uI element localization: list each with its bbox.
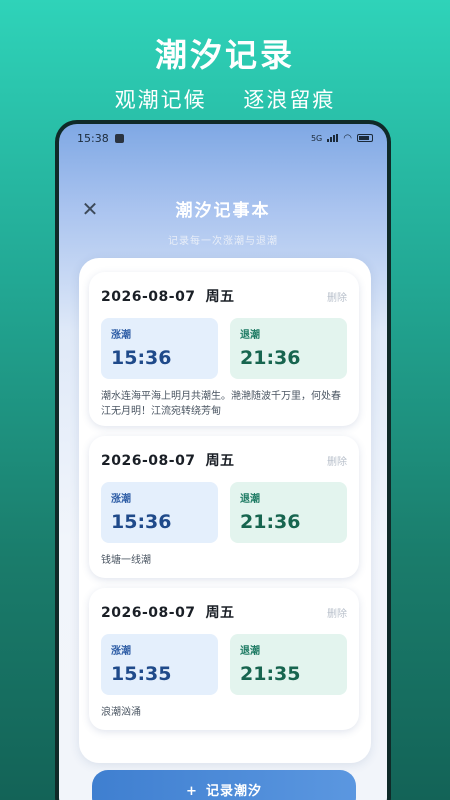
fall-time: 21:36	[240, 511, 301, 533]
rise-tide-box: 涨潮 15:36	[101, 482, 218, 543]
fall-time: 21:35	[240, 663, 301, 685]
rise-time: 15:36	[111, 347, 172, 369]
record-date: 2026-08-07 周五	[101, 450, 235, 470]
battery-icon	[357, 134, 373, 142]
rise-tide-box: 涨潮 15:36	[101, 318, 218, 379]
record-weekday: 周五	[205, 289, 235, 305]
record-date-value: 2026-08-07	[101, 605, 196, 621]
fall-tide-box: 退潮 21:35	[230, 634, 347, 695]
promo-subtitle-right: 逐浪留痕	[243, 88, 336, 112]
plus-icon: +	[186, 784, 198, 799]
promo-subtitle-left: 观潮记候	[114, 88, 207, 112]
delete-button[interactable]: 删除	[327, 605, 347, 620]
phone-frame: 15:38 5G ◠ ✕ 潮汐记事本 记录每一次涨潮与退潮 2026-08-07…	[55, 120, 391, 800]
rise-time: 15:36	[111, 511, 172, 533]
signal-icon	[327, 134, 339, 142]
status-bar: 15:38 5G ◠	[59, 124, 387, 152]
record-date-value: 2026-08-07	[101, 289, 196, 305]
delete-button[interactable]: 删除	[327, 453, 347, 468]
fall-label: 退潮	[240, 494, 260, 505]
add-record-button[interactable]: + 记录潮汐	[92, 770, 356, 800]
record-date-value: 2026-08-07	[101, 453, 196, 469]
rise-tide-box: 涨潮 15:35	[101, 634, 218, 695]
page-title: 潮汐记事本	[175, 201, 271, 221]
promo-title: 潮汐记录	[154, 36, 295, 74]
fall-time: 21:36	[240, 347, 301, 369]
record-note: 潮水连海平海上明月共潮生。滟滟随波千万里，何处春江无月明！江流宛转绕芳甸	[101, 391, 341, 417]
record-date: 2026-08-07 周五	[101, 286, 235, 306]
delete-button[interactable]: 删除	[327, 289, 347, 304]
network-label: 5G	[310, 133, 323, 143]
notification-icon	[114, 133, 124, 143]
record-card: 2026-08-07 周五 删除 涨潮 15:36 退潮 21:36 潮水连海平海…	[89, 272, 359, 426]
record-date: 2026-08-07 周五	[101, 602, 235, 622]
fall-label: 退潮	[240, 330, 260, 341]
rise-label: 涨潮	[111, 494, 131, 505]
record-weekday: 周五	[205, 453, 235, 469]
wifi-icon: ◠	[343, 132, 352, 144]
record-card: 2026-08-07 周五 删除 涨潮 15:36 退潮 21:36 钱塘一线潮	[89, 436, 359, 578]
record-card: 2026-08-07 周五 删除 涨潮 15:35 退潮 21:35 浪潮汹涌	[89, 588, 359, 730]
fall-tide-box: 退潮 21:36	[230, 482, 347, 543]
record-weekday: 周五	[205, 605, 235, 621]
fall-label: 退潮	[240, 646, 260, 657]
add-record-label: 记录潮汐	[205, 784, 262, 799]
page-subtitle: 记录每一次涨潮与退潮	[168, 236, 278, 247]
records-list: 2026-08-07 周五 删除 涨潮 15:36 退潮 21:36 潮水连海平海…	[79, 258, 371, 763]
status-time: 15:38	[77, 131, 109, 145]
record-note: 钱塘一线潮	[101, 555, 151, 566]
promo-subtitle: 观潮记候 逐浪留痕	[0, 84, 450, 114]
rise-label: 涨潮	[111, 330, 131, 341]
app-screen: 15:38 5G ◠ ✕ 潮汐记事本 记录每一次涨潮与退潮 2026-08-07…	[59, 124, 387, 800]
rise-label: 涨潮	[111, 646, 131, 657]
fall-tide-box: 退潮 21:36	[230, 318, 347, 379]
record-note: 浪潮汹涌	[101, 707, 141, 718]
rise-time: 15:35	[111, 663, 172, 685]
